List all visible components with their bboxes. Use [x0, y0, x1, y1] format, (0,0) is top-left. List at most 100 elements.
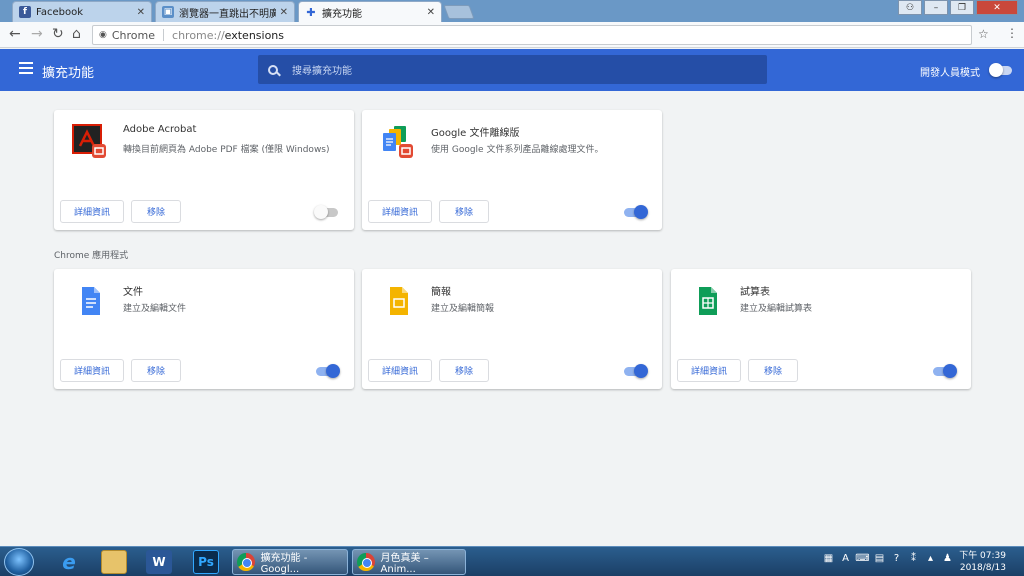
details-button[interactable]: 詳細資訊 [60, 359, 124, 382]
tab-label: 擴充功能 [322, 8, 362, 20]
taskbar-app-label: 擴充功能 - Googl... [260, 553, 308, 575]
close-icon[interactable]: ✕ [280, 7, 288, 18]
google-docs-icon [82, 287, 100, 315]
chrome-page-icon: ◉ [99, 30, 107, 40]
search-icon [268, 64, 278, 75]
chrome-icon [237, 553, 255, 571]
maximize-icon[interactable]: ❐ [950, 0, 974, 15]
page-title: 擴充功能 [42, 66, 95, 81]
window-titlebar: f Facebook ✕ ▣ 瀏覽器一直跳出不明廣告 ✕ ✚ 擴充功能 ✕ ⚇ … [0, 0, 1024, 22]
page-icon: ▣ [162, 6, 174, 18]
app-card-docs: 文件 建立及編輯文件 詳細資訊 移除 [54, 269, 354, 389]
extension-name: Adobe Acrobat [123, 124, 197, 135]
internet-explorer-icon[interactable]: e [56, 550, 82, 574]
puzzle-icon: ✚ [306, 5, 316, 19]
adobe-acrobat-icon [72, 124, 106, 158]
extension-description: 使用 Google 文件系列產品離線處理文件。 [431, 145, 604, 155]
reload-icon[interactable]: ↻ [52, 26, 64, 42]
close-icon[interactable]: ✕ [137, 7, 145, 18]
address-bar[interactable]: ◉ Chrome chrome://extensions [92, 25, 972, 45]
extensions-header: 擴充功能 搜尋擴充功能 開發人員模式 [0, 49, 1024, 91]
keyboard-icon[interactable]: ⌨ [855, 551, 869, 565]
remove-button[interactable]: 移除 [439, 200, 489, 223]
url-scheme: chrome:// [172, 28, 225, 42]
tab-facebook[interactable]: f Facebook ✕ [12, 1, 152, 22]
facebook-icon: f [19, 6, 31, 18]
photoshop-icon[interactable]: Ps [193, 550, 219, 574]
bookmark-star-icon[interactable]: ☆ [978, 27, 989, 41]
chrome-menu-icon[interactable]: ⋮ [1006, 26, 1018, 40]
system-tray: ▦ A ⌨ ▤ ? ⁑ ▴ ♟ [822, 551, 954, 565]
url-path: extensions [224, 28, 285, 42]
start-button[interactable] [4, 548, 34, 576]
google-sheets-icon [699, 287, 717, 315]
extension-card-adobe-acrobat: Adobe Acrobat 轉換目前網頁為 Adobe PDF 檔案 (僅限 W… [54, 110, 354, 230]
taskbar-app-chrome-extensions[interactable]: 擴充功能 - Googl... [232, 549, 348, 575]
language-bar-icon[interactable]: ▤ [873, 551, 886, 565]
developer-mode-toggle[interactable] [989, 63, 1012, 77]
taskbar-app-chrome-anime[interactable]: 月色真美 – Anim... [352, 549, 466, 575]
search-placeholder: 搜尋擴充功能 [292, 66, 352, 77]
remove-button[interactable]: 移除 [748, 359, 798, 382]
remove-button[interactable]: 移除 [439, 359, 489, 382]
back-icon[interactable]: ← [9, 26, 21, 42]
enable-toggle[interactable] [933, 364, 957, 378]
section-title-chrome-apps: Chrome 應用程式 [54, 251, 129, 261]
enable-toggle[interactable] [624, 205, 648, 219]
details-button[interactable]: 詳細資訊 [368, 200, 432, 223]
help-icon[interactable]: ? [890, 551, 903, 565]
search-input[interactable]: 搜尋擴充功能 [258, 55, 767, 84]
close-icon[interactable]: ✕ [427, 7, 435, 18]
tab-extensions[interactable]: ✚ 擴充功能 ✕ [298, 1, 442, 22]
taskbar-clock[interactable]: 下午 07:39 2018/8/13 [952, 550, 1006, 574]
details-button[interactable]: 詳細資訊 [368, 359, 432, 382]
window-controls: ⚇ – ❐ ✕ [898, 0, 1018, 15]
show-hidden-icons[interactable]: ▴ [924, 551, 937, 565]
app-description: 建立及編輯文件 [123, 304, 187, 314]
enable-toggle[interactable] [624, 364, 648, 378]
app-name: 簡報 [431, 287, 451, 298]
app-card-slides: 簡報 建立及編輯簡報 詳細資訊 移除 [362, 269, 662, 389]
enable-toggle[interactable] [314, 205, 338, 219]
extensions-content: Adobe Acrobat 轉換目前網頁為 Adobe PDF 檔案 (僅限 W… [0, 91, 1024, 546]
developer-mode-label: 開發人員模式 [920, 68, 980, 79]
browser-toolbar: ← → ↻ ⌂ ◉ Chrome chrome://extensions ☆ ⋮ [0, 22, 1024, 48]
clock-time: 下午 07:39 [959, 551, 1006, 561]
extension-card-google-docs-offline: Google 文件離線版 使用 Google 文件系列產品離線處理文件。 詳細資… [362, 110, 662, 230]
tab-article[interactable]: ▣ 瀏覽器一直跳出不明廣告 ✕ [155, 1, 295, 22]
settings-icon[interactable]: ⁑ [907, 551, 920, 565]
details-button[interactable]: 詳細資訊 [60, 200, 124, 223]
new-tab-button[interactable] [443, 5, 475, 19]
extension-description: 轉換目前網頁為 Adobe PDF 檔案 (僅限 Windows) [123, 145, 330, 155]
extension-name: Google 文件離線版 [431, 128, 520, 139]
clock-date: 2018/8/13 [959, 563, 1006, 573]
details-button[interactable]: 詳細資訊 [677, 359, 741, 382]
word-icon[interactable]: W [146, 550, 172, 574]
taskbar-app-label: 月色真美 – Anim... [380, 553, 429, 575]
minimize-icon[interactable]: – [924, 0, 948, 15]
tab-label: 瀏覽器一直跳出不明廣告 [179, 8, 276, 20]
ime-indicator[interactable]: A [839, 551, 852, 565]
tab-label: Facebook [36, 6, 83, 18]
enable-toggle[interactable] [316, 364, 340, 378]
google-docs-offline-icon [383, 126, 413, 158]
app-card-sheets: 試算表 建立及編輯試算表 詳細資訊 移除 [671, 269, 971, 389]
app-name: 試算表 [740, 287, 770, 298]
address-divider [163, 29, 165, 41]
forward-icon[interactable]: → [31, 26, 43, 42]
app-name: 文件 [123, 287, 143, 298]
windows-taskbar: e W Ps 擴充功能 - Googl... 月色真美 – Anim... ▦ … [0, 546, 1024, 576]
chrome-icon [357, 553, 375, 571]
remove-button[interactable]: 移除 [131, 359, 181, 382]
site-label: Chrome [111, 28, 156, 42]
user-icon[interactable]: ⚇ [898, 0, 922, 15]
app-description: 建立及編輯簡報 [431, 304, 495, 314]
tray-app-icon[interactable]: ▦ [822, 551, 835, 565]
menu-icon[interactable] [19, 62, 33, 74]
app-description: 建立及編輯試算表 [740, 304, 813, 314]
google-slides-icon [390, 287, 408, 315]
file-explorer-icon[interactable] [101, 550, 127, 574]
home-icon[interactable]: ⌂ [72, 26, 81, 42]
remove-button[interactable]: 移除 [131, 200, 181, 223]
close-window-icon[interactable]: ✕ [976, 0, 1018, 15]
